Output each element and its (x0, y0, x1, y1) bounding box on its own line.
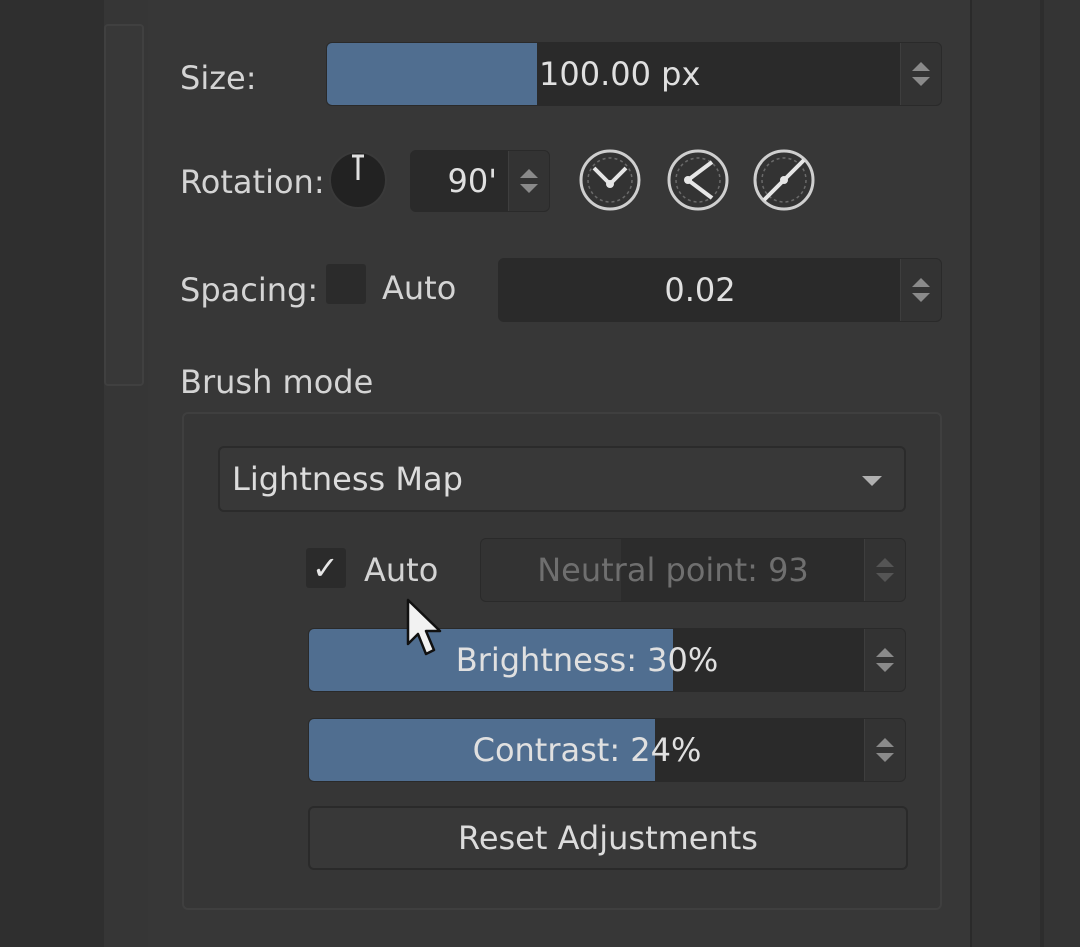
neutral-point-spin-arrows[interactable] (864, 539, 905, 601)
right-dock-area (972, 0, 1080, 947)
brightness-value: Brightness: 30% (455, 641, 719, 679)
rotation-spin-arrows[interactable] (508, 151, 549, 211)
brightness-slider[interactable]: Brightness: 30% (308, 628, 906, 692)
arrow-down-icon[interactable] (912, 293, 930, 302)
divider (1040, 0, 1044, 947)
arrow-up-icon[interactable] (876, 738, 894, 747)
arrow-down-icon[interactable] (876, 663, 894, 672)
contrast-spin-arrows[interactable] (864, 719, 905, 781)
brush-mode-selected: Lightness Map (232, 460, 463, 498)
arrow-up-icon[interactable] (520, 169, 538, 178)
brightness-spin-arrows[interactable] (864, 629, 905, 691)
rotation-preset-3-icon[interactable] (752, 148, 816, 212)
spacing-value: 0.02 (664, 271, 736, 309)
arrow-down-icon[interactable] (912, 77, 930, 86)
arrow-down-icon[interactable] (876, 753, 894, 762)
arrow-up-icon[interactable] (876, 648, 894, 657)
rotation-spinbox[interactable]: 90' (410, 150, 550, 212)
size-slider-fill (327, 43, 537, 105)
left-dock-area (0, 0, 104, 947)
checkmark-icon: ✓ (312, 549, 339, 587)
rotation-label: Rotation: (180, 163, 325, 201)
arrow-up-icon[interactable] (876, 558, 894, 567)
rotation-preset-2-icon[interactable] (666, 148, 730, 212)
contrast-slider[interactable]: Contrast: 24% (308, 718, 906, 782)
brush-mode-label: Brush mode (180, 363, 374, 401)
brush-mode-auto-label: Auto (364, 551, 439, 589)
size-value: 100.00 px (539, 55, 701, 93)
spacing-auto-checkbox[interactable] (326, 264, 366, 304)
size-slider[interactable]: 100.00 px (326, 42, 942, 106)
spacing-auto-label: Auto (382, 269, 457, 307)
spacing-spinbox[interactable]: 0.02 (498, 258, 942, 322)
rotation-dial-icon[interactable] (328, 150, 388, 210)
arrow-up-icon[interactable] (912, 62, 930, 71)
spacing-spin-arrows[interactable] (900, 259, 941, 321)
neutral-point-value: Neutral point: 93 (537, 551, 809, 589)
mouse-cursor-icon (406, 598, 442, 656)
neutral-point-slider[interactable]: Neutral point: 93 (480, 538, 906, 602)
reset-adjustments-button[interactable]: Reset Adjustments (308, 806, 908, 870)
size-spin-arrows[interactable] (900, 43, 941, 105)
arrow-down-icon[interactable] (876, 573, 894, 582)
rotation-value: 90' (447, 162, 497, 200)
contrast-value: Contrast: 24% (472, 731, 702, 769)
rotation-preset-1-icon[interactable] (578, 148, 642, 212)
size-label: Size: (180, 59, 257, 97)
spacing-label: Spacing: (180, 271, 319, 309)
chevron-down-icon (862, 476, 882, 486)
brush-mode-dropdown[interactable]: Lightness Map (218, 446, 906, 512)
arrow-up-icon[interactable] (912, 278, 930, 287)
arrow-down-icon[interactable] (520, 184, 538, 193)
brush-mode-auto-checkbox[interactable]: ✓ (306, 548, 346, 588)
scrollbar[interactable] (104, 24, 144, 386)
